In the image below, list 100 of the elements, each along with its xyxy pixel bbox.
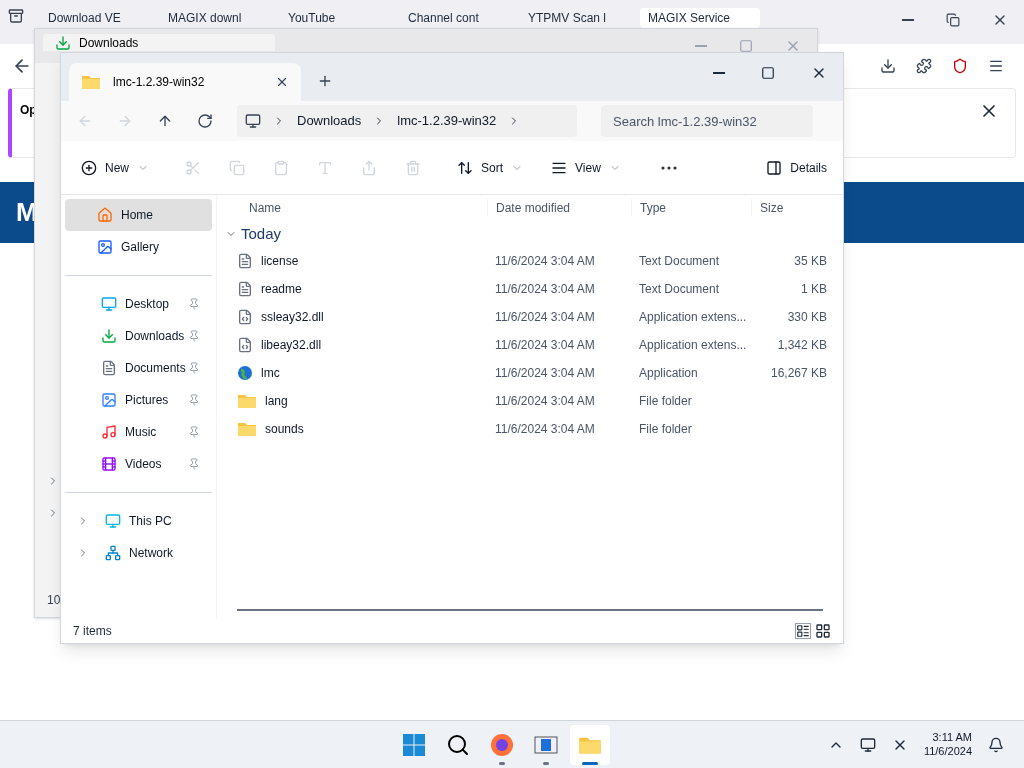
date-cell-text: 11/6/2024 3:04 AM [494,281,596,298]
file-row[interactable]: license 11/6/2024 3:04 AM Text Document 35 KB [217,247,843,275]
cut-icon [185,159,201,176]
file-name: ssleay32.dll [261,309,324,326]
sidebar-item[interactable]: Gallery [65,231,212,263]
extensions-icon [916,58,932,74]
sidebar-item[interactable]: Videos [69,448,208,480]
sidebar-item[interactable]: Pictures [69,384,208,416]
tab-title: Downloads [79,34,140,52]
status-text: 7 items [73,623,112,640]
sidebar-item[interactable]: Documents [69,352,208,384]
toolbar-button[interactable]: View [547,158,625,177]
breadcrumb-item[interactable]: Downloads [297,111,362,131]
more-icon[interactable] [660,165,677,170]
sidebar-item[interactable]: Home [65,199,212,231]
up-arrow-icon [157,113,173,129]
type-cell-text: Application extens... [638,337,748,354]
file-row[interactable]: lang 11/6/2024 3:04 AM File folder [217,387,843,415]
home-icon [97,207,113,223]
sidebar-label: Downloads [125,328,186,345]
tab-title: Channel cont [408,10,479,27]
group-header[interactable]: Today [217,221,843,247]
size-cell-text: 330 KB [787,309,827,326]
type-cell-text: File folder [638,421,693,438]
pin-icon [188,394,200,406]
clock-time[interactable]: 3:11 AM [932,730,972,745]
size-cell-text: 1,342 KB [777,337,827,354]
browser-tab[interactable]: YouTube [280,8,400,28]
browser-tab[interactable]: MAGIX downl [160,8,280,28]
tab-title: MAGIX downl [168,10,242,27]
sidebar-label: Gallery [121,239,160,256]
browser-tab[interactable]: Channel cont [400,8,520,28]
pin-icon [188,362,200,374]
toolbar-button[interactable]: New [77,158,153,177]
date-cell-text: 11/6/2024 3:04 AM [494,421,596,438]
breadcrumb-item[interactable]: lmc-1.2.39-win32 [397,111,497,131]
toolbar-button[interactable]: Sort [453,158,528,177]
refresh-icon [197,113,213,129]
file-row[interactable]: readme 11/6/2024 3:04 AM Text Document 1 KB [217,275,843,303]
folder-icon [237,393,257,409]
sidebar-label: Home [121,207,154,224]
bell-icon [988,736,1004,753]
network-icon [105,545,121,561]
running-indicator [499,761,505,765]
file-name: lmc [261,365,280,382]
tab-title: YTPMV Scan l [528,10,607,27]
horizontal-scrollbar[interactable] [237,609,823,611]
column-header[interactable]: Date modified [487,199,631,217]
sidebar-item[interactable]: Desktop [69,288,208,320]
type-cell-text: Text Document [638,253,721,270]
file-row[interactable]: ssleay32.dll 11/6/2024 3:04 AM Application extens... 330 KB [217,303,843,331]
sidebar-label: Network [129,545,174,562]
date-cell-text: 11/6/2024 3:04 AM [494,337,596,354]
sort-icon [457,159,473,176]
sidebar-item[interactable]: Music [69,416,208,448]
panel-icon [766,159,783,176]
browser-tab[interactable]: Download VE [40,8,160,28]
sidebar-label: This PC [129,513,173,530]
size-cell-text: 16,267 KB [770,365,827,382]
desktop-icon [101,296,117,312]
new-tab-icon [317,73,333,89]
size-cell-text: 35 KB [794,253,827,270]
tab-title: Download VE [48,10,121,27]
globe-app-icon [237,365,253,381]
computer-icon [245,113,261,129]
column-header[interactable]: Name [217,199,487,217]
document-icon [237,253,253,269]
menu-icon [988,58,1004,74]
search-field[interactable]: Search lmc-1.2.39-win32 [601,105,813,137]
computer-icon [105,513,121,529]
column-header[interactable]: Size [751,199,831,217]
sidebar-item[interactable]: Downloads [69,320,208,352]
rename-icon [317,159,333,176]
size-cell-text: 1 KB [801,281,827,298]
file-row[interactable]: lmc 11/6/2024 3:04 AM Application 16,267 KB [217,359,843,387]
window-tab[interactable]: lmc-1.2.39-win32 [69,63,301,101]
gallery-icon [97,239,113,255]
address-bar[interactable]: Downloads lmc-1.2.39-win32 [237,105,577,137]
restore-icon [946,13,960,27]
column-header[interactable]: Type [631,199,751,217]
documents-icon [101,360,117,376]
date-cell-text: 11/6/2024 3:04 AM [494,253,596,270]
pin-icon [188,426,200,438]
browser-tab[interactable]: MAGIX Service [640,8,760,28]
clock-date[interactable]: 11/6/2024 [923,744,972,759]
type-cell-text: Application extens... [638,309,748,326]
fox-globe-icon [490,732,514,757]
paste-icon [273,159,289,176]
document-icon [237,281,253,297]
browser-tab[interactable]: YTPMV Scan l [520,8,640,28]
sidebar-item[interactable]: Network [69,537,208,569]
type-cell-text: Text Document [638,281,721,298]
file-row[interactable]: libeay32.dll 11/6/2024 3:04 AM Application extens... 1,342 KB [217,331,843,359]
details-button[interactable]: Details [766,158,827,177]
file-row[interactable]: sounds 11/6/2024 3:04 AM File folder [217,415,843,443]
shield-icon [952,58,968,74]
tab-title: YouTube [288,10,336,27]
window-tab[interactable]: Downloads [43,34,275,51]
pictures-icon [101,392,117,408]
sidebar-item[interactable]: This PC [69,505,208,537]
